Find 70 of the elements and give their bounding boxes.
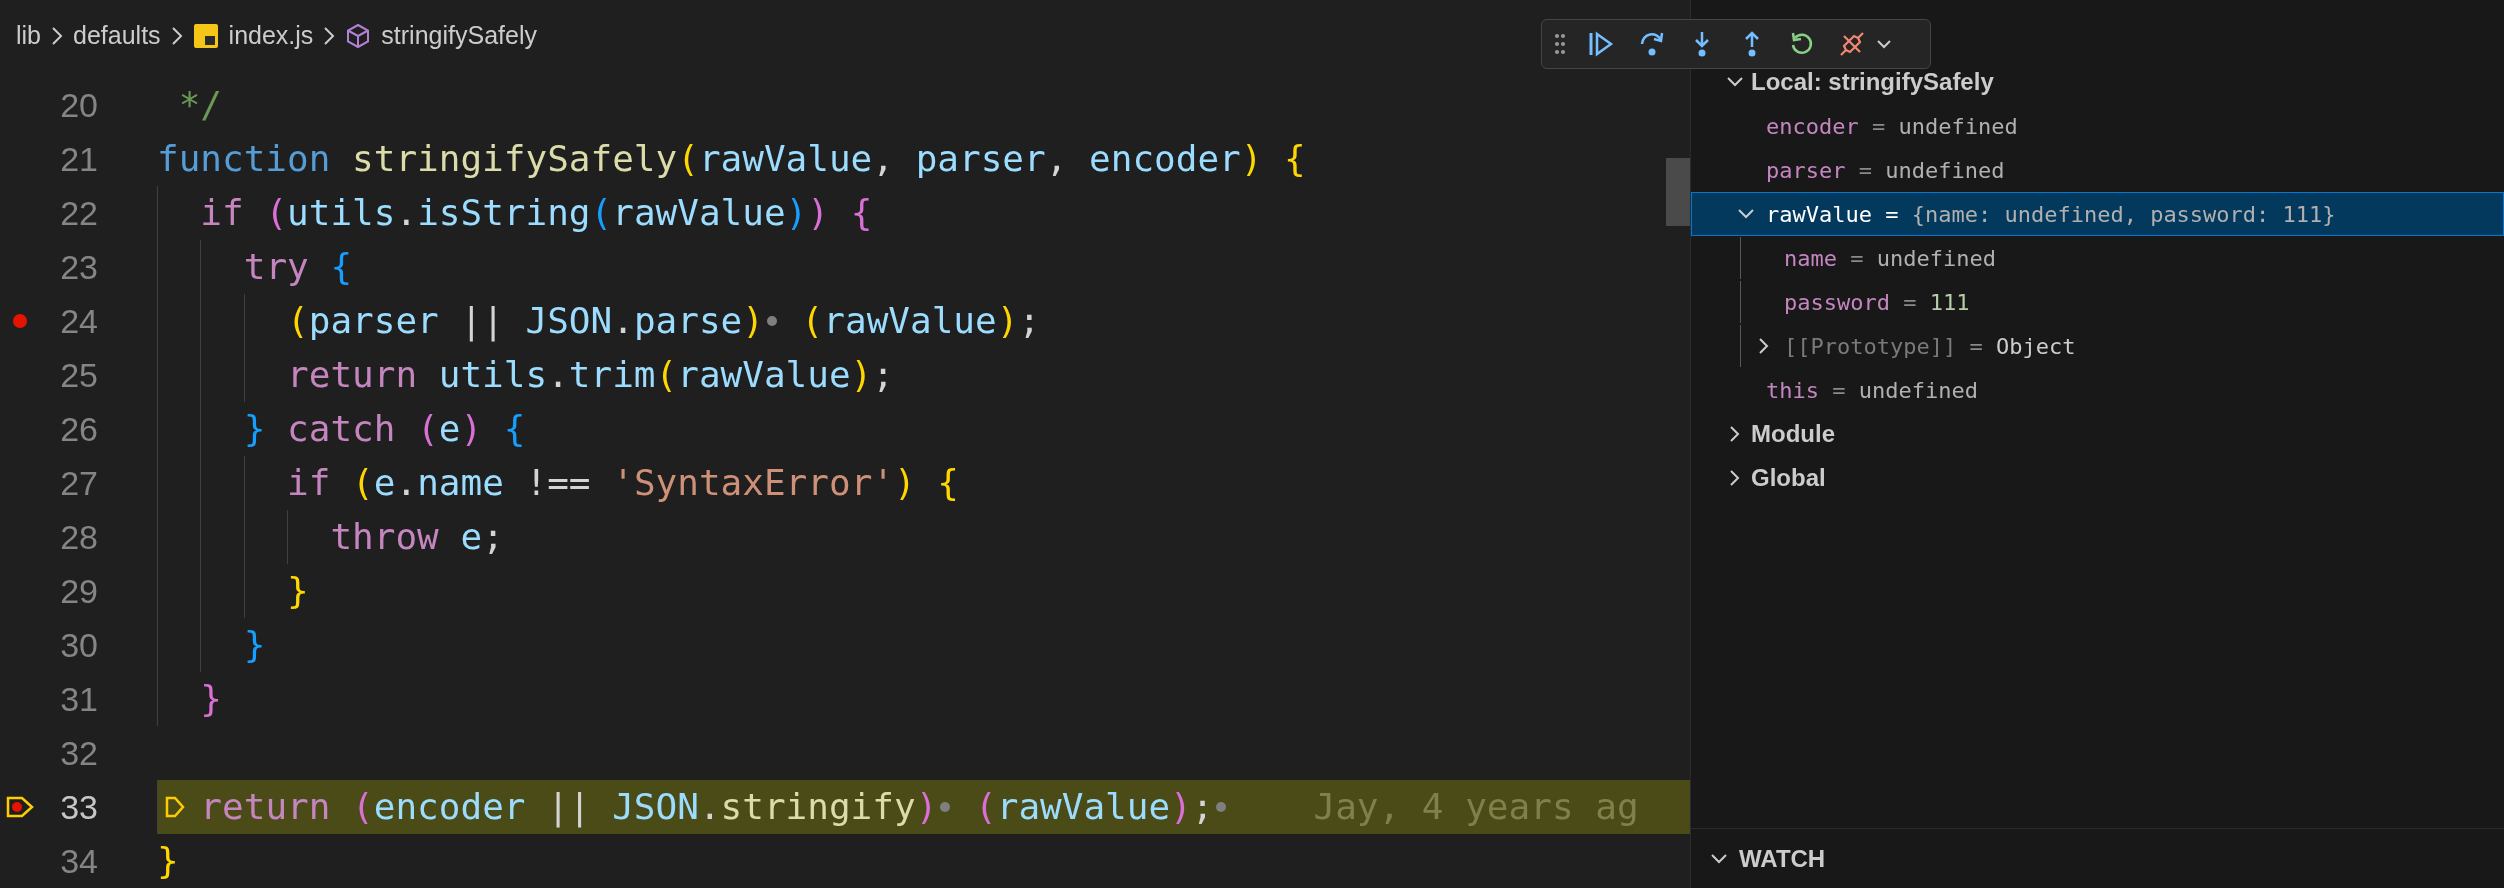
current-statement-arrow-icon	[165, 795, 185, 819]
variable-row[interactable]: [[Prototype]] = Object	[1691, 324, 2504, 368]
line-number: 31	[59, 678, 98, 720]
code-line: }	[157, 839, 179, 883]
javascript-file-icon	[192, 23, 219, 49]
code-line: }	[287, 569, 309, 613]
cube-icon	[345, 23, 372, 49]
line-number: 21	[59, 138, 98, 180]
variable-text: [[Prototype]] = Object	[1784, 332, 2076, 361]
breadcrumb-item[interactable]: defaults	[73, 17, 161, 55]
code-line: if (utils.isString(rawValue)) {	[200, 191, 873, 235]
code-line: if (e.name !== 'SyntaxError') {	[287, 461, 959, 505]
step-over-icon[interactable]	[1638, 30, 1666, 58]
code-line: function stringifySafely(rawValue, parser, encoder) {	[157, 137, 1306, 181]
line-number: 34	[59, 840, 98, 882]
chevron-right-icon	[51, 26, 63, 46]
code-line: (parser || JSON.parse)	[287, 299, 764, 344]
line-number: 30	[59, 624, 98, 666]
scope-row[interactable]: Module	[1691, 412, 2504, 456]
code-line: (rawValue);	[974, 785, 1214, 829]
variable-row[interactable]: encoder = undefined	[1691, 104, 2504, 148]
breadcrumb-item[interactable]: lib	[16, 17, 41, 55]
variable-row[interactable]: parser = undefined	[1691, 148, 2504, 192]
plug-icon[interactable]	[1838, 30, 1866, 58]
variable-row[interactable]: this = undefined	[1691, 368, 2504, 412]
chevron-down-icon	[1876, 39, 1892, 49]
variable-text: name = undefined	[1784, 244, 1996, 273]
inline-breakpoint-icon	[1215, 801, 1228, 813]
gripper-icon	[1554, 33, 1566, 55]
code-line: return utils.trim(rawValue);	[287, 353, 894, 397]
line-number: 25	[59, 354, 98, 396]
inline-breakpoint-icon	[765, 315, 778, 327]
variable-text: this = undefined	[1766, 376, 1978, 405]
scope-row[interactable]: Global	[1691, 456, 2504, 500]
line-number: 23	[59, 246, 98, 288]
code-line: return (encoder || JSON.stringify)	[200, 785, 938, 830]
code-line: (rawValue);	[800, 299, 1041, 343]
line-number: 29	[59, 570, 98, 612]
variable-row[interactable]: name = undefined	[1691, 236, 2504, 280]
line-number: 24	[59, 300, 98, 342]
inline-breakpoint-icon	[939, 801, 952, 813]
line-number: 27	[59, 462, 98, 504]
variable-row[interactable]: password = 111	[1691, 280, 2504, 324]
code-line: }	[200, 677, 223, 721]
scope-label: Local: stringifySafely	[1751, 67, 1994, 97]
line-number: 22	[59, 192, 98, 234]
variable-text: parser = undefined	[1766, 156, 2005, 185]
scope-label: Module	[1751, 419, 1835, 449]
code-line: }	[243, 623, 266, 667]
variable-text: encoder = undefined	[1766, 112, 2018, 141]
variable-text: rawValue = {name: undefined, password: 111}	[1766, 200, 2336, 229]
code-line: throw e;	[330, 515, 504, 559]
line-number: 26	[59, 408, 98, 450]
chevron-right-icon	[323, 26, 336, 46]
line-number: 33	[59, 786, 98, 828]
line-number: 20	[59, 84, 98, 126]
breadcrumb-item[interactable]: index.js	[228, 17, 314, 55]
scope-row[interactable]: Local: stringifySafely	[1691, 60, 2504, 104]
code-line: */	[178, 83, 223, 127]
line-number: 28	[59, 516, 98, 558]
scope-label: Global	[1751, 463, 1826, 493]
code-line: try {	[243, 245, 353, 289]
breadcrumb-item[interactable]: stringifySafely	[381, 17, 537, 55]
variable-row[interactable]: rawValue = {name: undefined, password: 111}	[1691, 192, 2504, 236]
variable-text: password = 111	[1784, 288, 1970, 317]
line-number: 32	[59, 732, 98, 774]
scrollbar-thumb[interactable]	[1666, 158, 1690, 226]
section-header[interactable]: WATCH	[1739, 840, 1826, 877]
code-line: } catch (e) {	[243, 407, 526, 451]
chevron-right-icon	[170, 26, 183, 46]
